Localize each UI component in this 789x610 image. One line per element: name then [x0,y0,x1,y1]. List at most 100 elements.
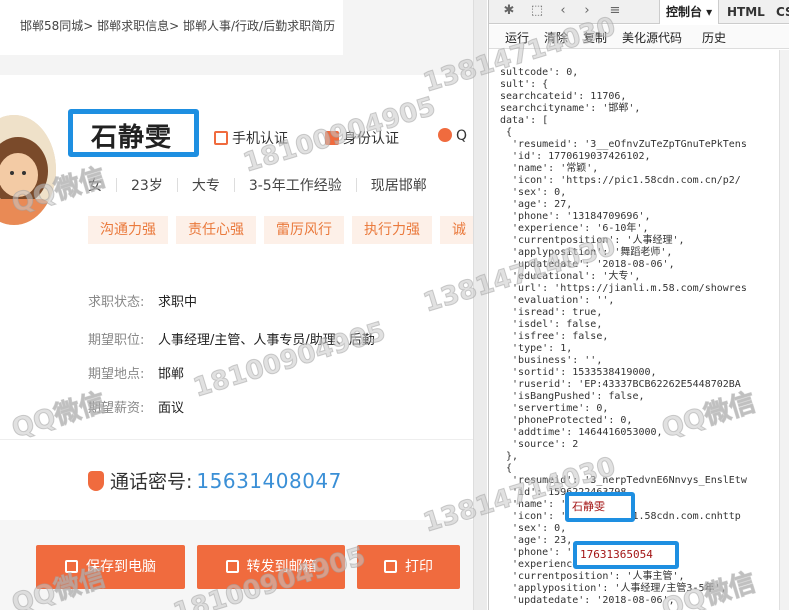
pretty-print-button[interactable]: 美化源代码 [622,29,682,46]
console-line: searchcateid': 11706, [500,91,627,102]
divider [233,178,235,192]
console-line: 'isfree': false, [500,331,609,342]
console-scrollbar[interactable] [779,50,789,610]
desired-location-row: 期望地点: 邯郸 [88,367,185,382]
skill-tag: 责任心强 [176,216,256,244]
console-line: 'servertime': 0, [500,403,609,414]
console-line: 'url': 'https://jianli.m.58.com/showres [500,283,747,294]
console-line: searchcityname': '邯郸', [500,103,641,114]
virtual-phone-number[interactable]: 15631408047 [196,469,341,493]
tab-console[interactable]: 控制台 ▾ [659,0,720,24]
highlight-phone-box: 17631365054 [573,541,679,569]
divider [116,178,117,192]
skill-tags: 沟通力强 责任心强 雷厉风行 执行力强诚 [88,216,486,244]
breadcrumb-container: 邯郸58同城> 邯郸求职信息> 邯郸人事/行政/后勤求职简历 [0,0,343,55]
name-highlight-box: 石静雯 [68,109,199,157]
console-line: data': [ [500,115,549,126]
console-line: 'name': ' [500,499,567,510]
console-line: 'resumeid': '3__eOfnvZuTeZpTGnuTePkTens [500,139,747,150]
skill-tag: 雷厉风行 [264,216,344,244]
console-line: 'addtime': 1464416053000, [500,427,663,438]
console-line: 'type': 1, [500,343,573,354]
id-card-icon [325,131,339,145]
console-line: 'currentposition': '人事主管', [500,571,685,582]
virtual-number: 通话密号: 15631408047 [88,467,342,494]
history-button[interactable]: 历史 [702,29,726,46]
console-line: 'applyposition': '舞蹈老师', [500,247,673,258]
tab-html[interactable]: HTML [727,0,765,24]
console-line: 'ruserid': 'EP:43337BCB62262E5448702BA [500,379,741,390]
firebug-icon[interactable]: ✱ [501,3,517,19]
run-button[interactable]: 运行 [505,29,529,46]
id-verified-badge: 身份认证 [325,128,399,148]
console-line: }, [500,451,519,462]
console-line: 'applyposition': '人事经理/主管3-5年', [500,583,727,594]
save-to-computer-button[interactable]: 保存到电脑 [36,545,185,589]
desired-position-row: 期望职位: 人事经理/主管、人事专员/助理、后勤 [88,333,375,348]
console-line: 'phone': ' [500,547,573,558]
devtools-toolbar: ✱ ⬚ ‹ › ≡ 控制台 ▾ HTML CS [489,0,789,24]
forward-to-email-button[interactable]: 转发到邮箱 [197,545,345,589]
clear-button[interactable]: 清除 [544,29,568,46]
console-line: 'isdel': false, [500,319,603,330]
basic-info: 女 23岁 大专 3-5年工作经验 现居邯郸 [88,175,427,195]
phone-shield-icon [88,471,104,491]
education: 大专 [191,178,220,194]
gender: 女 [88,178,102,194]
phone-verified-badge: 手机认证 [214,128,288,148]
console-line: 'source': 2 [500,439,579,450]
qq-verified-badge: Q [438,128,467,144]
skill-tag: 沟通力强 [88,216,168,244]
inspect-icon[interactable]: ⬚ [529,3,545,19]
console-line: 'age': 27, [500,199,573,210]
highlight-name-box: 石静雯 [565,492,635,522]
current-location: 现居邯郸 [370,178,427,194]
console-line: 'updatedate': '2018-08-06', [500,595,675,606]
candidate-name: 石静雯 [91,123,173,153]
console-line: 'isBangPushed': false, [500,391,645,402]
forward-icon[interactable]: › [579,3,595,19]
devtools-panel: ✱ ⬚ ‹ › ≡ 控制台 ▾ HTML CS 运行 清除 复制 美化源代码 历… [488,0,789,610]
desired-salary-row: 期望薪资: 面议 [88,401,185,416]
divider [355,178,357,192]
console-line: 'updatedate': '2018-08-06', [500,259,675,270]
printer-icon [384,560,397,573]
copy-button[interactable]: 复制 [583,29,607,46]
page-scrollbar[interactable] [473,0,487,610]
resume-page: 邯郸58同城> 邯郸求职信息> 邯郸人事/行政/后勤求职简历 石静雯 手机认证 … [0,0,487,610]
breadcrumb[interactable]: 邯郸58同城> 邯郸求职信息> 邯郸人事/行政/后勤求职简历 [20,17,335,34]
console-line: 'evaluation': '', [500,295,615,306]
console-line: 'isread': true, [500,307,603,318]
qq-icon [438,128,452,142]
mail-icon [225,560,239,573]
experience: 3-5年工作经验 [248,178,342,194]
console-line: 'age': 23, [500,535,573,546]
console-line: 'sex': 0, [500,187,567,198]
console-subtoolbar: 运行 清除 复制 美化源代码 历史 [489,25,789,49]
print-button[interactable]: 打印 [357,545,460,589]
console-line: 'phone': '13184709696', [500,211,651,222]
console-line: { [500,127,513,138]
console-output: sultcode': 0, sult': { searchcateid': 11… [489,50,779,610]
command-line-icon[interactable]: ≡ [607,3,623,19]
console-line: 'resumeid': '3_nerpTedvnE6Nnvys_EnslEtw [500,475,747,486]
console-line: 'experience': '6-10年', [500,223,649,234]
section-divider [0,439,473,440]
console-line: 'business': '', [500,355,603,366]
console-line: 'sex': 0, [500,523,567,534]
back-icon[interactable]: ‹ [555,3,571,19]
console-line: sult': { [500,79,549,90]
console-line: 'phoneProtected': 0, [500,415,633,426]
console-line: sultcode': 0, [500,67,579,78]
console-line: 'currentposition': '人事经理', [500,235,685,246]
tab-css[interactable]: CS [776,0,789,24]
skill-tag: 执行力强 [352,216,432,244]
age: 23岁 [131,178,163,194]
divider [176,178,178,192]
job-status-row: 求职状态: 求职中 [88,295,198,310]
download-icon [65,560,78,573]
phone-icon [214,131,228,145]
console-line: { [500,463,513,474]
console-line: 'educational': '大专', [500,271,641,282]
console-line: 'name': '常颖', [500,163,599,174]
